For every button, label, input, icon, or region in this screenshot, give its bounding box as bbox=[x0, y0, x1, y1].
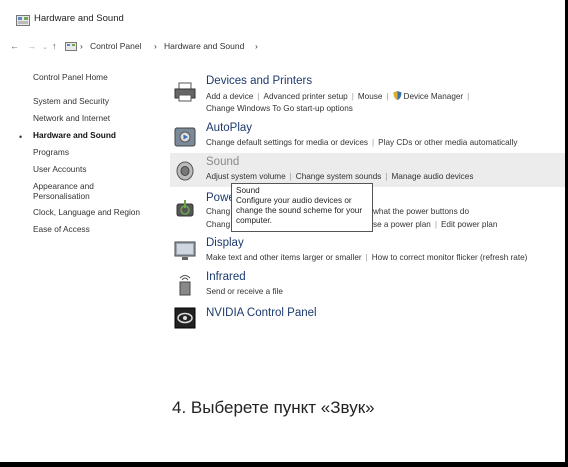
category-nvidia: NVIDIA Control Panel bbox=[170, 307, 565, 333]
sidebar-item-programs[interactable]: Programs bbox=[33, 147, 69, 157]
speaker-icon bbox=[176, 161, 194, 181]
link-add-device[interactable]: Add a device bbox=[206, 92, 253, 101]
tooltip-line: change the sound scheme for your bbox=[236, 206, 363, 215]
recent-chevron-icon[interactable]: ⌄ bbox=[42, 43, 48, 51]
window-title: Hardware and Sound bbox=[34, 13, 124, 24]
link-separator: | bbox=[385, 172, 388, 181]
sidebar-item-personalisation[interactable]: Personalisation bbox=[33, 191, 90, 201]
back-arrow-icon[interactable]: ← bbox=[10, 41, 19, 51]
link-make-text-larger[interactable]: Make text and other items larger or smal… bbox=[206, 253, 362, 262]
link-mouse[interactable]: Mouse bbox=[358, 92, 383, 101]
category-title-sound[interactable]: Sound bbox=[206, 156, 239, 168]
power-icon bbox=[176, 200, 194, 217]
instruction-caption: 4. Выберете пункт «Звук» bbox=[172, 398, 375, 417]
link-change-system-sounds[interactable]: Change system sounds bbox=[296, 172, 382, 181]
link-change-partial-1[interactable]: Chang bbox=[206, 207, 230, 216]
up-arrow-icon[interactable]: ↑ bbox=[52, 41, 57, 51]
nvidia-icon bbox=[174, 307, 196, 329]
control-panel-icon bbox=[16, 15, 30, 26]
breadcrumb-separator: › bbox=[80, 41, 83, 51]
forward-arrow-icon[interactable]: → bbox=[27, 41, 36, 51]
tooltip-line: Configure your audio devices or bbox=[236, 196, 352, 205]
address-bar: ← → ⌄ ↑ › Control Panel › Hardware and S… bbox=[0, 36, 565, 56]
category-devices-printers: Devices and Printers Add a device | Advanc… bbox=[170, 75, 565, 117]
title-bar: Hardware and Sound bbox=[0, 0, 565, 34]
category-title-devices-printers[interactable]: Devices and Printers bbox=[206, 75, 312, 87]
control-panel-icon bbox=[65, 42, 77, 51]
category-title-autoplay[interactable]: AutoPlay bbox=[206, 122, 252, 134]
category-title-nvidia[interactable]: NVIDIA Control Panel bbox=[206, 307, 317, 319]
sidebar-item-network[interactable]: Network and Internet bbox=[33, 113, 110, 123]
sound-tooltip: Sound Configure your audio devices or ch… bbox=[231, 183, 373, 232]
sidebar-item-appearance[interactable]: Appearance and bbox=[33, 181, 94, 191]
link-separator: | bbox=[434, 220, 437, 229]
link-choose-power-plan[interactable]: se a power plan bbox=[373, 220, 431, 229]
tooltip-title: Sound bbox=[236, 186, 260, 195]
category-autoplay: AutoPlay Change default settings for med… bbox=[170, 122, 565, 152]
link-change-partial-2[interactable]: Chang bbox=[206, 220, 230, 229]
link-play-cds-automatically[interactable]: Play CDs or other media automatically bbox=[378, 138, 517, 147]
link-power-buttons[interactable]: what the power buttons do bbox=[373, 207, 469, 216]
category-infrared: Infrared Send or receive a file bbox=[170, 271, 565, 301]
category-title-infrared[interactable]: Infrared bbox=[206, 271, 246, 283]
active-bullet: • bbox=[19, 132, 23, 142]
sidebar-item-hardware-sound[interactable]: Hardware and Sound bbox=[33, 130, 116, 140]
link-advanced-printer-setup[interactable]: Advanced printer setup bbox=[263, 92, 347, 101]
control-panel-window: Hardware and Sound ← → ⌄ ↑ › Control Pan… bbox=[0, 0, 565, 462]
tooltip-line: computer. bbox=[236, 216, 272, 225]
category-title-display[interactable]: Display bbox=[206, 237, 244, 249]
sidebar-item-clock-language[interactable]: Clock, Language and Region bbox=[33, 207, 140, 217]
link-change-default-media[interactable]: Change default settings for media or dev… bbox=[206, 138, 368, 147]
autoplay-icon bbox=[174, 127, 196, 147]
sidebar-item-user-accounts[interactable]: User Accounts bbox=[33, 164, 87, 174]
link-monitor-flicker[interactable]: How to correct monitor flicker (refresh … bbox=[372, 253, 528, 262]
category-sound: Sound Adjust system volume | Change system… bbox=[170, 156, 565, 186]
link-separator: | bbox=[365, 253, 368, 262]
link-windows-to-go[interactable]: Change Windows To Go start-up options bbox=[206, 104, 353, 113]
link-manage-audio-devices[interactable]: Manage audio devices bbox=[391, 172, 473, 181]
category-display: Display Make text and other items larger… bbox=[170, 237, 565, 267]
link-device-manager[interactable]: Device Manager bbox=[404, 92, 464, 101]
sidebar-item-system-security[interactable]: System and Security bbox=[33, 96, 109, 106]
breadcrumb-hardware-and-sound[interactable]: Hardware and Sound bbox=[164, 41, 244, 51]
sidebar-item-home[interactable]: Control Panel Home bbox=[33, 72, 108, 82]
link-edit-power-plan[interactable]: Edit power plan bbox=[441, 220, 497, 229]
link-separator: | bbox=[289, 172, 292, 181]
breadcrumb-separator: › bbox=[154, 41, 157, 51]
breadcrumb-control-panel[interactable]: Control Panel bbox=[90, 41, 142, 51]
breadcrumb-separator: › bbox=[255, 41, 258, 51]
sidebar-item-ease-of-access[interactable]: Ease of Access bbox=[33, 224, 90, 234]
link-adjust-volume[interactable]: Adjust system volume bbox=[206, 172, 286, 181]
link-separator: | bbox=[351, 92, 354, 101]
link-separator: | bbox=[372, 138, 375, 147]
infrared-icon bbox=[179, 275, 191, 296]
printer-icon bbox=[174, 82, 196, 102]
shield-icon bbox=[393, 91, 402, 100]
link-send-receive-file[interactable]: Send or receive a file bbox=[206, 287, 283, 296]
link-separator: | bbox=[467, 92, 470, 101]
link-separator: | bbox=[257, 92, 260, 101]
link-separator: | bbox=[386, 92, 389, 101]
monitor-icon bbox=[174, 241, 196, 260]
